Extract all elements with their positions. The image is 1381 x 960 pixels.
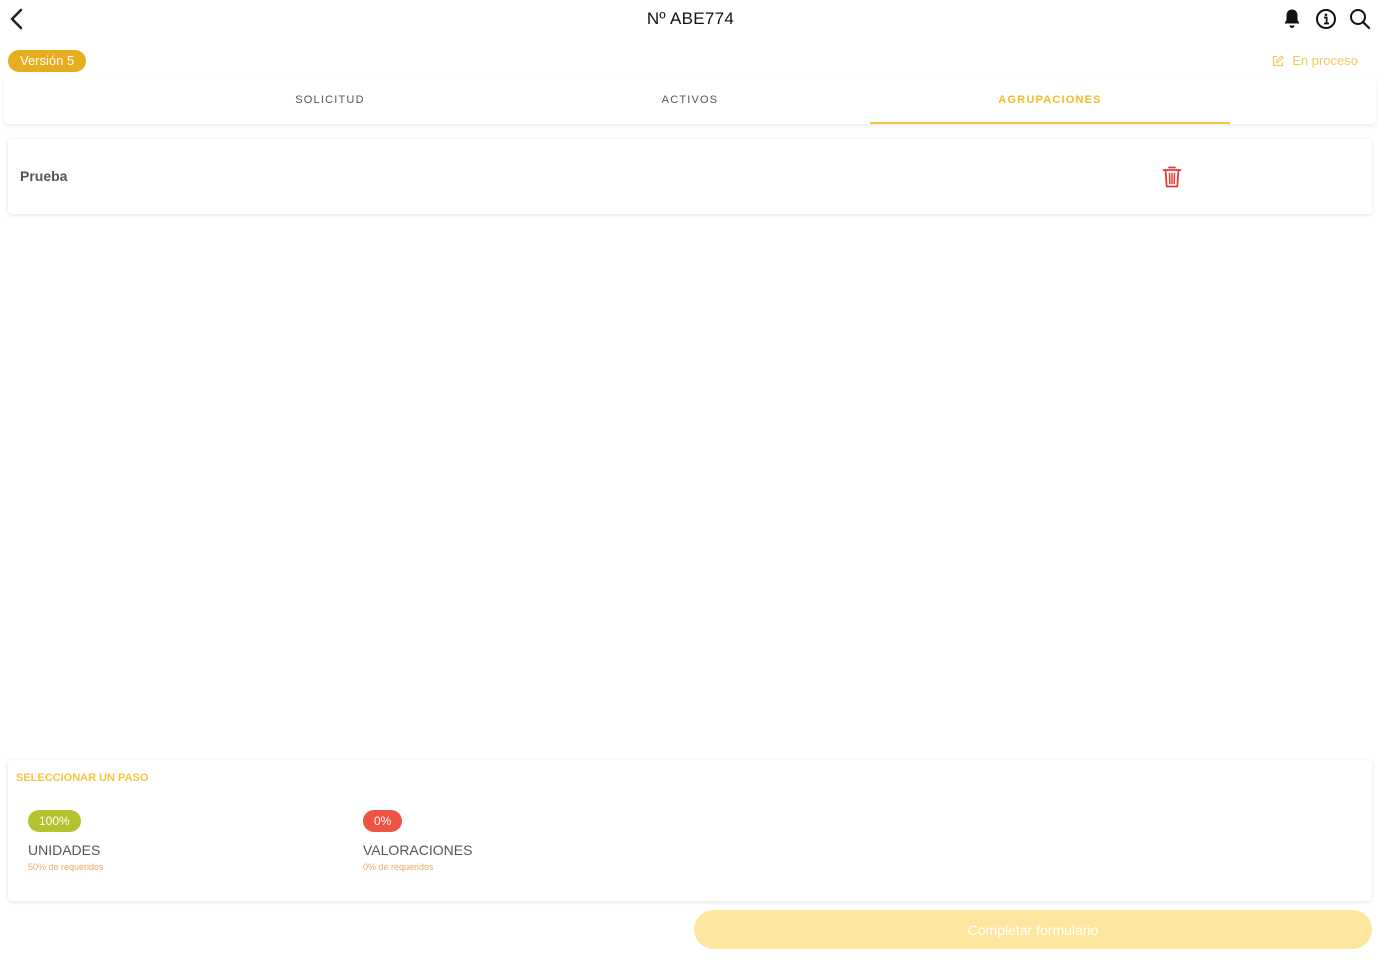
steps-panel: SELECCIONAR UN PASO 100% UNIDADES 50% de… (8, 760, 1372, 901)
steps-title: SELECCIONAR UN PASO (16, 772, 149, 784)
edit-icon (1273, 54, 1285, 66)
step-name: UNIDADES (28, 842, 101, 858)
step-unidades[interactable]: 100% UNIDADES 50% de requeridos (28, 810, 104, 872)
bell-icon (1284, 9, 1300, 28)
notifications-button[interactable] (1281, 7, 1303, 31)
tab-bar: SOLICITUD ACTIVOS AGRUPACIONES (4, 76, 1376, 124)
group-card[interactable]: Prueba (8, 139, 1372, 214)
search-icon (1350, 9, 1371, 30)
step-name: VALORACIONES (363, 842, 473, 858)
info-button[interactable] (1315, 7, 1337, 31)
version-badge: Versión 5 (8, 50, 87, 72)
status-indicator: En proceso (1272, 53, 1358, 68)
step-progress-badge: 100% (28, 810, 81, 832)
tab-solicitud[interactable]: SOLICITUD (150, 76, 510, 124)
complete-form-button[interactable]: Completar formulario (694, 910, 1372, 949)
group-name: Prueba (20, 168, 68, 184)
step-progress-badge: 0% (363, 810, 403, 832)
step-required: 50% de requeridos (28, 862, 104, 872)
app-header: Nº ABE774 (0, 0, 1381, 40)
info-icon (1316, 9, 1336, 29)
status-label: En proceso (1292, 53, 1358, 68)
page-title: Nº ABE774 (646, 9, 735, 28)
trash-icon (1162, 166, 1182, 188)
tab-agrupaciones[interactable]: AGRUPACIONES (870, 76, 1230, 124)
delete-group-button[interactable] (1160, 164, 1184, 190)
step-required: 0% de requeridos (363, 862, 434, 872)
search-button[interactable] (1349, 7, 1371, 31)
step-valoraciones[interactable]: 0% VALORACIONES 0% de requeridos (363, 810, 472, 872)
tab-activos[interactable]: ACTIVOS (510, 76, 870, 124)
header-actions (1281, 7, 1371, 31)
